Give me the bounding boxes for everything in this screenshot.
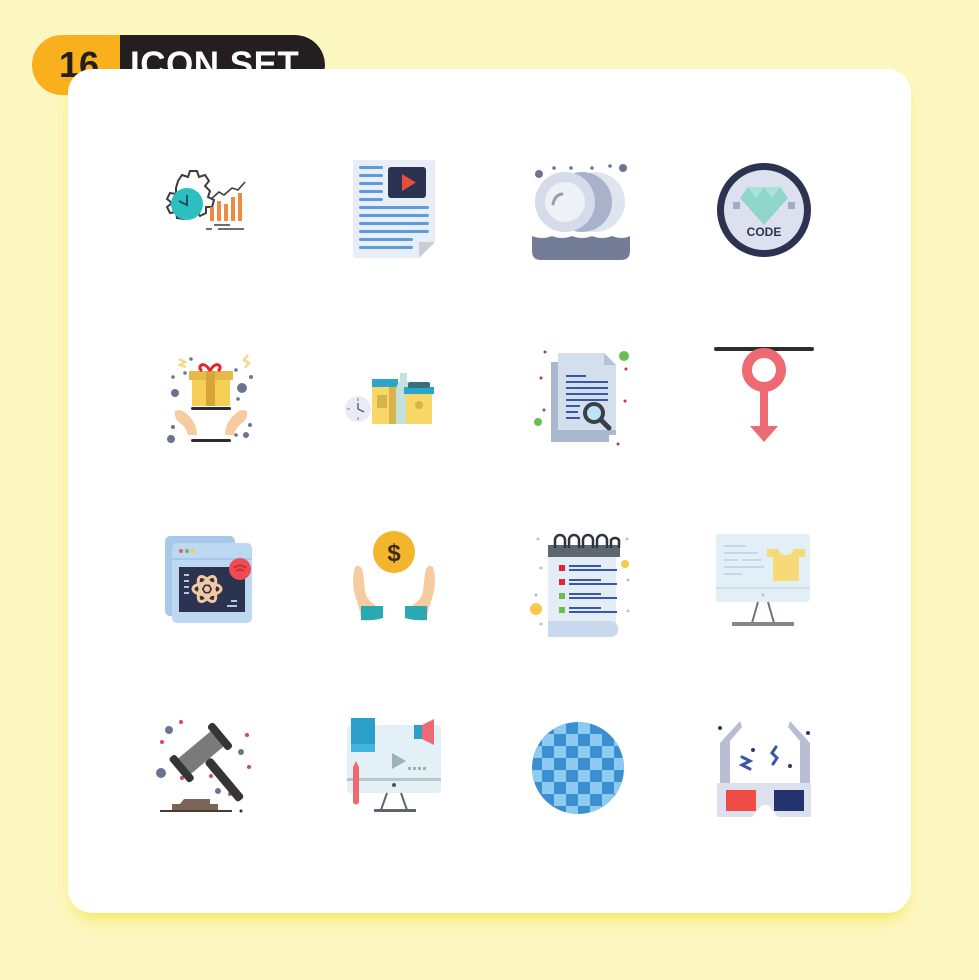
money-in-hands-icon: $ [334, 521, 454, 641]
gavel-law-icon [148, 707, 268, 827]
productivity-growth-icon [148, 149, 268, 269]
3d-glasses-icon [706, 707, 826, 827]
code-label: CODE [747, 225, 782, 239]
male-symbol-arrow-down-icon [706, 335, 826, 455]
icon-grid-card: CODE $ [68, 69, 911, 913]
science-browser-icon [148, 521, 268, 641]
online-shopping-monitor-icon [706, 521, 826, 641]
gift-in-hands-icon [148, 335, 268, 455]
disco-globe-icon [520, 707, 640, 827]
diamond-code-badge-icon: CODE [706, 149, 826, 269]
dollar-sign: $ [387, 540, 401, 567]
marketing-video-monitor-icon [334, 707, 454, 827]
dishes-washing-icon [520, 149, 640, 269]
breakfast-food-icon [334, 335, 454, 455]
video-document-icon [334, 149, 454, 269]
document-search-icon [520, 335, 640, 455]
notepad-checklist-icon [520, 521, 640, 641]
